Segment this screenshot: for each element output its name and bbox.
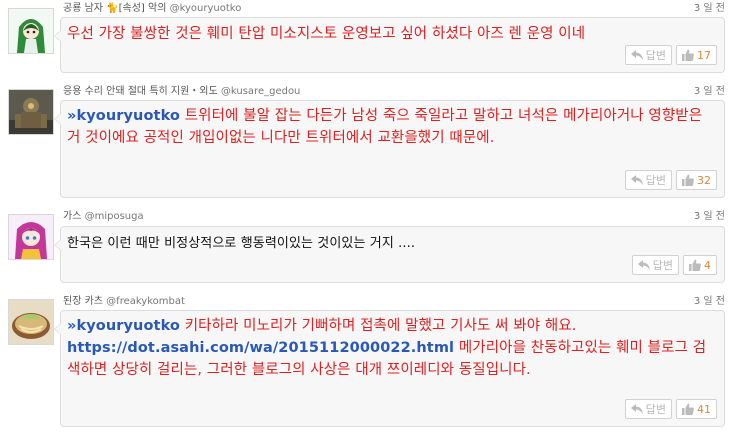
author-handle[interactable]: @freakykombat	[106, 296, 185, 307]
author-name[interactable]: 된장 카츠	[63, 296, 103, 307]
like-button[interactable]: 4	[683, 255, 717, 275]
thumbs-up-icon	[682, 174, 694, 186]
author-handle[interactable]: @kyouryuotko	[170, 3, 242, 14]
reply-button[interactable]: 답변	[624, 170, 672, 190]
timestamp: 3 일 전	[693, 211, 725, 222]
comment-text: »kyouryuotko 트위터에 불알 잡는 다든가 남성 죽으 죽일라고 말…	[67, 105, 718, 149]
comment-item: 공룡 남자 🐈[속성] 악의 @kyouryuotko 3 일 전 우선 가장 …	[0, 0, 733, 78]
author-handle[interactable]: @miposuga	[85, 211, 144, 222]
comment-item: 가스 @miposuga 3 일 전 한국은 이런 때만 비정상적으로 행동력이…	[0, 208, 733, 286]
comment-meta: 응용 수리 안돼 절대 특히 지원・외도 @kusare_gedou 3 일 전	[63, 85, 725, 99]
mention-link[interactable]: »kyouryuotko	[67, 108, 180, 124]
comment-text: 한국은 이런 때만 비정상적으로 행동력이있는 것이있는 거지 ....	[67, 236, 416, 251]
author-name[interactable]: 응용 수리 안돼 절대 특히 지원・외도	[63, 86, 218, 97]
timestamp: 3 일 전	[693, 3, 725, 14]
avatar[interactable]	[8, 89, 54, 135]
comment-actions: 답변 41	[624, 399, 717, 419]
reply-label: 답변	[652, 259, 673, 272]
author-name[interactable]: 공룡 남자 🐈[속성] 악의	[63, 3, 166, 14]
comment-body: 키타하라 미노리가 기뻐하며 접촉에 말했고 기사도 써 봐야 해요.	[179, 318, 577, 334]
thumbs-up-icon	[689, 259, 701, 271]
like-button[interactable]: 41	[676, 399, 717, 419]
green-hood-character-avatar-icon	[9, 9, 53, 53]
like-count: 17	[697, 48, 711, 62]
reply-label: 답변	[645, 174, 666, 187]
thumbs-up-icon	[682, 403, 694, 415]
comment-meta: 가스 @miposuga 3 일 전	[63, 210, 725, 224]
reply-button[interactable]: 답변	[631, 255, 679, 275]
pink-hair-character-avatar-icon	[9, 215, 53, 259]
reply-button[interactable]: 답변	[624, 45, 672, 65]
like-count: 41	[697, 402, 711, 416]
comment-meta: 공룡 남자 🐈[속성] 악의 @kyouryuotko 3 일 전	[63, 2, 725, 16]
mention-link[interactable]: »kyouryuotko	[67, 318, 180, 334]
comment-actions: 답변 32	[624, 170, 717, 190]
comment-text: »kyouryuotko 키타하라 미노리가 기뻐하며 접촉에 말했고 기사도 …	[67, 315, 718, 381]
armored-robot-avatar-icon	[9, 90, 53, 134]
comment-bubble: 우선 가장 불쌍한 것은 훼미 탄압 미소지스토 운영보고 싶어 하셨다 아즈 …	[54, 17, 725, 73]
avatar[interactable]	[8, 8, 54, 54]
comment-bubble: »kyouryuotko 키타하라 미노리가 기뻐하며 접촉에 말했고 기사도 …	[54, 310, 725, 427]
like-button[interactable]: 32	[676, 170, 717, 190]
reply-arrow-icon	[630, 50, 643, 60]
reply-arrow-icon	[630, 175, 643, 185]
comment-item: 된장 카츠 @freakykombat 3 일 전 »kyouryuotko 키…	[0, 293, 733, 443]
like-button[interactable]: 17	[676, 45, 717, 65]
like-count: 32	[697, 173, 711, 187]
comment-meta: 된장 카츠 @freakykombat 3 일 전	[63, 295, 725, 309]
comment-actions: 답변 4	[631, 255, 717, 275]
comment-bubble: 한국은 이런 때만 비정상적으로 행동력이있는 것이있는 거지 .... 답변 …	[54, 226, 725, 283]
reply-label: 답변	[645, 49, 666, 62]
timestamp: 3 일 전	[693, 296, 725, 307]
comment-actions: 답변 17	[624, 45, 717, 65]
url-link[interactable]: https://dot.asahi.com/wa/2015112000022.h…	[67, 340, 454, 356]
avatar[interactable]	[8, 299, 54, 345]
comment-text: 우선 가장 불쌍한 것은 훼미 탄압 미소지스토 운영보고 싶어 하셨다 아즈 …	[67, 26, 586, 42]
ramen-bowl-avatar-icon	[9, 300, 53, 344]
reply-arrow-icon	[637, 260, 650, 270]
thumbs-up-icon	[682, 49, 694, 61]
timestamp: 3 일 전	[693, 86, 725, 97]
reply-label: 답변	[645, 403, 666, 416]
avatar[interactable]	[8, 214, 54, 260]
author-handle[interactable]: @kusare_gedou	[221, 86, 301, 97]
author-name[interactable]: 가스	[63, 211, 81, 222]
reply-arrow-icon	[630, 404, 643, 414]
like-count: 4	[704, 258, 711, 272]
comment-item: 응용 수리 안돼 절대 특히 지원・외도 @kusare_gedou 3 일 전…	[0, 83, 733, 203]
reply-button[interactable]: 답변	[624, 399, 672, 419]
comment-bubble: »kyouryuotko 트위터에 불알 잡는 다든가 남성 죽으 죽일라고 말…	[54, 100, 725, 198]
